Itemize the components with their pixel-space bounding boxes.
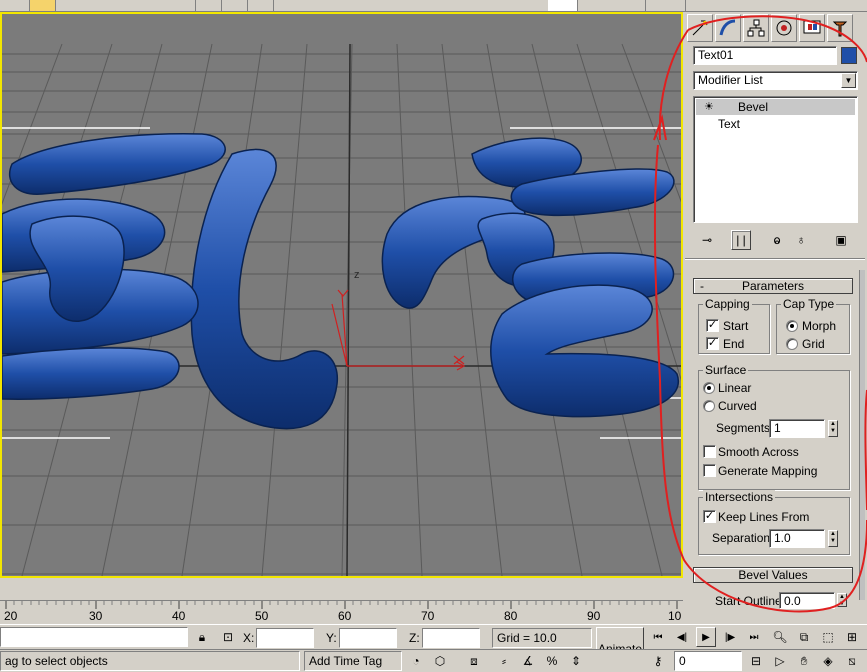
tick-label: 90 [587, 609, 601, 623]
add-time-tag-button[interactable]: Add Time Tag [304, 651, 402, 671]
go-to-start-icon[interactable]: ⏮ [648, 627, 668, 647]
tick-label: 30 [89, 609, 103, 623]
status-bar-bottom: ag to select objects Add Time Tag ◔ ⬡ ⧈ … [0, 649, 867, 672]
play-icon[interactable]: ▶ [696, 627, 716, 647]
tick-label: 40 [172, 609, 186, 623]
x-coordinate-field[interactable] [256, 628, 314, 648]
zoom-extents-all-icon[interactable]: ⊞ [842, 627, 862, 647]
tick-label: 50 [255, 609, 269, 623]
toolbar-button[interactable] [196, 0, 222, 11]
y-coordinate-field[interactable] [339, 628, 397, 648]
cube-icon[interactable]: ⧈ [464, 651, 484, 671]
zoom-extents-icon[interactable]: ⬚ [818, 627, 838, 647]
zoom-all-icon[interactable]: ⧉ [794, 627, 814, 647]
toolbar-button[interactable] [222, 0, 248, 11]
viewport-scene: z [2, 14, 681, 576]
toolbar-button[interactable] [248, 0, 274, 11]
track-bar[interactable]: 20 30 40 50 60 70 80 90 10 [0, 600, 683, 624]
go-to-end-icon[interactable]: ⏭ [744, 627, 764, 647]
current-frame-field[interactable]: 0 [674, 651, 742, 671]
window-crossing-icon[interactable]: ⬡ [430, 651, 450, 671]
arc-rotate-icon[interactable]: ◈ [818, 651, 838, 671]
key-mode-icon[interactable]: ⚷ [648, 651, 668, 671]
tick-label: 80 [504, 609, 518, 623]
prompt-line: ag to select objects [0, 651, 300, 671]
x-label: X: [243, 631, 255, 645]
toolbar-button[interactable] [0, 0, 30, 11]
tick-label: 60 [338, 609, 352, 623]
tick-label: 20 [4, 609, 18, 623]
spinner-snap-icon[interactable]: ⇕ [566, 651, 586, 671]
pan-icon[interactable]: ✋︎ [794, 651, 814, 671]
angle-snap-icon[interactable]: ∡ [518, 651, 538, 671]
zoom-icon[interactable]: 🔍︎ [770, 627, 790, 647]
next-frame-icon[interactable]: |▶ [720, 627, 740, 647]
time-config-icon[interactable]: ⊟ [746, 651, 766, 671]
previous-frame-icon[interactable]: ◀| [672, 627, 692, 647]
annotation-circle [653, 15, 867, 613]
field-of-view-icon[interactable]: ▷ [770, 651, 790, 671]
y-label: Y: [326, 631, 337, 645]
axis-label: z [354, 269, 360, 281]
lock-icon[interactable]: 🔒︎ [192, 627, 212, 647]
z-label: Z: [409, 631, 420, 645]
absolute-mode-icon[interactable]: ⊡ [218, 627, 238, 647]
z-coordinate-field[interactable] [422, 628, 480, 648]
toolbar-button[interactable] [170, 0, 196, 11]
tick-label: 70 [421, 609, 435, 623]
grid-size-readout: Grid = 10.0 [492, 628, 592, 648]
percent-snap-icon[interactable]: % [542, 651, 562, 671]
snap-icon[interactable]: ⸗ [494, 651, 514, 671]
toolbar-dropdown[interactable] [548, 0, 578, 11]
selection-filter-icon[interactable]: ◔ [406, 651, 426, 671]
perspective-viewport[interactable]: z [0, 12, 683, 578]
select-tool-icon[interactable] [30, 0, 56, 11]
maximize-viewport-icon[interactable]: ⧅ [842, 651, 862, 671]
maxscript-listener[interactable] [0, 627, 188, 647]
